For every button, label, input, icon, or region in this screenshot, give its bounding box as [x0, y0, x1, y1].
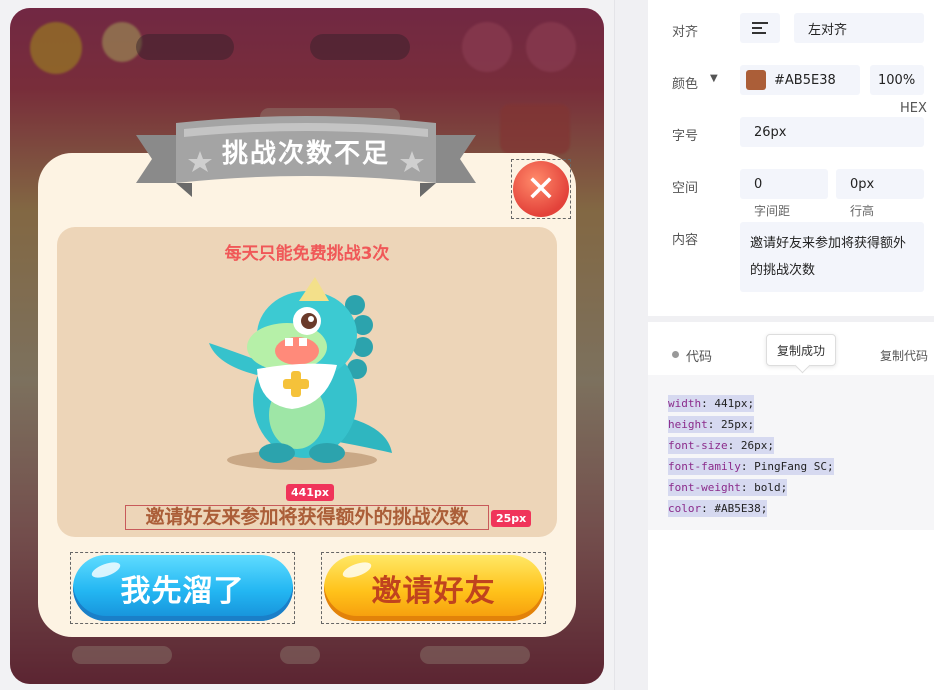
color-hex-value: #AB5E38 [774, 72, 836, 88]
panel-gutter [614, 0, 648, 690]
letter-spacing-hint: 字间距 [754, 204, 791, 218]
leave-button-pill: 我先溜了 [72, 555, 293, 621]
code-line: font-size: 26px; [668, 437, 774, 454]
line-height-hint: 行高 [850, 204, 875, 218]
invite-friends-button[interactable]: 邀请好友 [321, 552, 546, 624]
leave-button-label: 我先溜了 [120, 574, 245, 609]
phone-preview: 挑战次数不足 ✕ 每天只能免费挑战3次 邀请好友来参加将获得额外的挑战次数 44… [10, 8, 604, 684]
dialog-title: 挑战次数不足 [221, 139, 390, 169]
leave-button[interactable]: 我先溜了 [70, 552, 295, 624]
height-measure-tag: 25px [491, 510, 532, 527]
properties-panel: 对齐 左对齐 颜色 ▼ #AB5E38 100% HEX 字号 26px 空间 … [648, 0, 934, 690]
invite-button-label: 邀请好友 [371, 574, 496, 609]
code-line: height: 25px; [668, 416, 755, 433]
color-label: 颜色 [672, 77, 699, 92]
copy-success-toast: 复制成功 [766, 334, 836, 366]
font-size-field[interactable]: 26px [740, 117, 924, 147]
daily-limit-text: 每天只能免费挑战3次 [224, 244, 390, 264]
section-divider [648, 316, 934, 322]
spacing-label: 空间 [672, 181, 699, 196]
invite-reward-text: 邀请好友来参加将获得额外的挑战次数 [125, 505, 489, 530]
letter-spacing-field[interactable]: 0 [740, 169, 828, 199]
invite-button-pill: 邀请好友 [323, 555, 544, 621]
color-swatch[interactable] [746, 70, 766, 90]
color-hex-field[interactable]: #AB5E38 [740, 65, 860, 95]
code-line: width: 441px; [668, 395, 755, 412]
code-block[interactable]: width: 441px; height: 25px; font-size: 2… [648, 375, 934, 530]
copy-code-button[interactable]: 复制代码 [880, 347, 928, 364]
color-format-label: HEX [900, 101, 927, 116]
dinosaur-mascot-icon [209, 277, 392, 470]
align-left-icon[interactable] [740, 13, 780, 43]
align-value-field[interactable]: 左对齐 [794, 13, 924, 43]
code-line: font-family: PingFang SC; [668, 458, 834, 475]
close-icon: ✕ [513, 161, 569, 217]
color-mode-dropdown-icon[interactable]: ▼ [710, 73, 718, 84]
opacity-field[interactable]: 100% [870, 65, 924, 95]
content-label: 内容 [672, 233, 699, 248]
content-textarea[interactable]: 邀请好友来参加将获得额外的挑战次数 [740, 222, 924, 292]
width-measure-tag: 441px [286, 484, 334, 501]
challenge-dialog: 挑战次数不足 ✕ 每天只能免费挑战3次 邀请好友来参加将获得额外的挑战次数 44… [38, 116, 576, 637]
code-line: font-weight: bold; [668, 479, 788, 496]
code-section-label: 代码 [686, 350, 713, 365]
font-size-label: 字号 [672, 129, 699, 144]
align-label: 对齐 [672, 25, 699, 40]
code-bullet-icon [672, 351, 679, 358]
title-ribbon: 挑战次数不足 [136, 113, 476, 203]
close-button[interactable]: ✕ [511, 159, 571, 219]
line-height-field[interactable]: 0px [836, 169, 924, 199]
code-line: color: #AB5E38; [668, 500, 768, 517]
